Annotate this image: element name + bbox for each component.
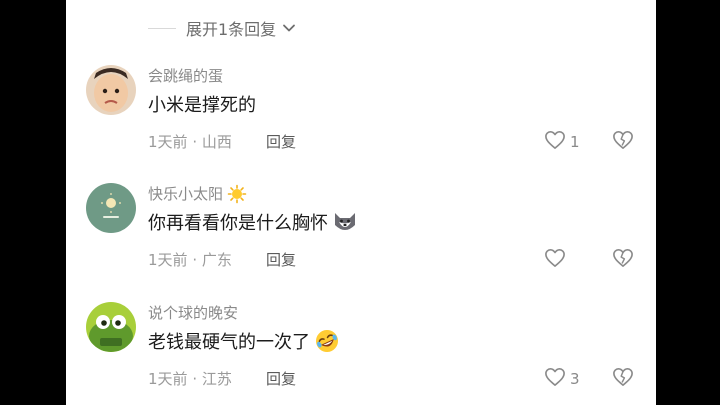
comment-text: 小米是撑死的 <box>148 95 256 116</box>
like-count: 3 <box>570 370 580 388</box>
heart-icon <box>544 367 566 391</box>
comment-meta: 1天前 · 山西 <box>148 131 232 152</box>
broken-heart-icon <box>612 368 634 391</box>
like-count: 1 <box>570 133 580 151</box>
username[interactable]: 会跳绳的蛋 <box>148 65 223 86</box>
husky-emoji-icon <box>332 210 358 234</box>
comment-time: 1天前 <box>148 133 188 151</box>
username-text: 快乐小太阳 <box>148 185 224 203</box>
heart-icon <box>544 130 566 154</box>
reply-button[interactable]: 回复 <box>266 368 296 389</box>
meta-separator: · <box>192 370 202 388</box>
expand-replies-label: 展开1条回复 <box>186 20 277 39</box>
letterbox-left <box>0 0 66 405</box>
comment-location: 广东 <box>201 251 232 269</box>
comment-location: 山西 <box>201 133 232 151</box>
avatar[interactable] <box>86 302 136 352</box>
comment-text-content: 你再看看你是什么胸怀 <box>148 213 328 234</box>
avatar[interactable] <box>86 183 136 233</box>
like-button[interactable]: 3 <box>544 367 580 391</box>
letterbox-right <box>656 0 720 405</box>
comment-meta: 1天前 · 广东 <box>148 249 232 270</box>
meta-separator: · <box>192 133 202 151</box>
comment-location: 江苏 <box>201 370 232 388</box>
dislike-button[interactable] <box>612 248 634 272</box>
meta-separator: · <box>192 251 202 269</box>
sun-emoji-icon <box>227 184 247 204</box>
comment-item: 快乐小太阳 你再看看你是什么胸怀 1天前 · 广东 回复 <box>66 183 656 298</box>
broken-heart-icon <box>612 131 634 154</box>
comment-text: 老钱最硬气的一次了 <box>148 328 340 354</box>
avatar[interactable] <box>86 65 136 115</box>
comment-time: 1天前 <box>148 370 188 388</box>
comment-time: 1天前 <box>148 251 188 269</box>
chevron-down-icon <box>282 21 296 35</box>
divider <box>148 27 176 29</box>
comment-panel: 展开1条回复 会跳绳的蛋 小米是撑死的 1天前 · 山西 回复 1 快乐小太阳 … <box>66 0 656 405</box>
username[interactable]: 快乐小太阳 <box>148 183 247 204</box>
comment-item: 说个球的晚安 老钱最硬气的一次了 1天前 · 江苏 回复 3 <box>66 302 656 405</box>
dislike-button[interactable] <box>612 130 634 154</box>
like-button[interactable]: 1 <box>544 130 580 154</box>
reply-button[interactable]: 回复 <box>266 131 296 152</box>
broken-heart-icon <box>612 249 634 272</box>
reply-button[interactable]: 回复 <box>266 249 296 270</box>
like-button[interactable] <box>544 248 570 272</box>
comment-item: 会跳绳的蛋 小米是撑死的 1天前 · 山西 回复 1 <box>66 65 656 180</box>
comment-text: 你再看看你是什么胸怀 <box>148 209 358 235</box>
expand-replies-button[interactable]: 展开1条回复 <box>148 14 296 42</box>
comment-text-content: 老钱最硬气的一次了 <box>148 332 310 353</box>
heart-icon <box>544 248 566 272</box>
rofl-emoji-icon <box>314 328 340 354</box>
comment-meta: 1天前 · 江苏 <box>148 368 232 389</box>
dislike-button[interactable] <box>612 367 634 391</box>
username[interactable]: 说个球的晚安 <box>148 302 238 323</box>
